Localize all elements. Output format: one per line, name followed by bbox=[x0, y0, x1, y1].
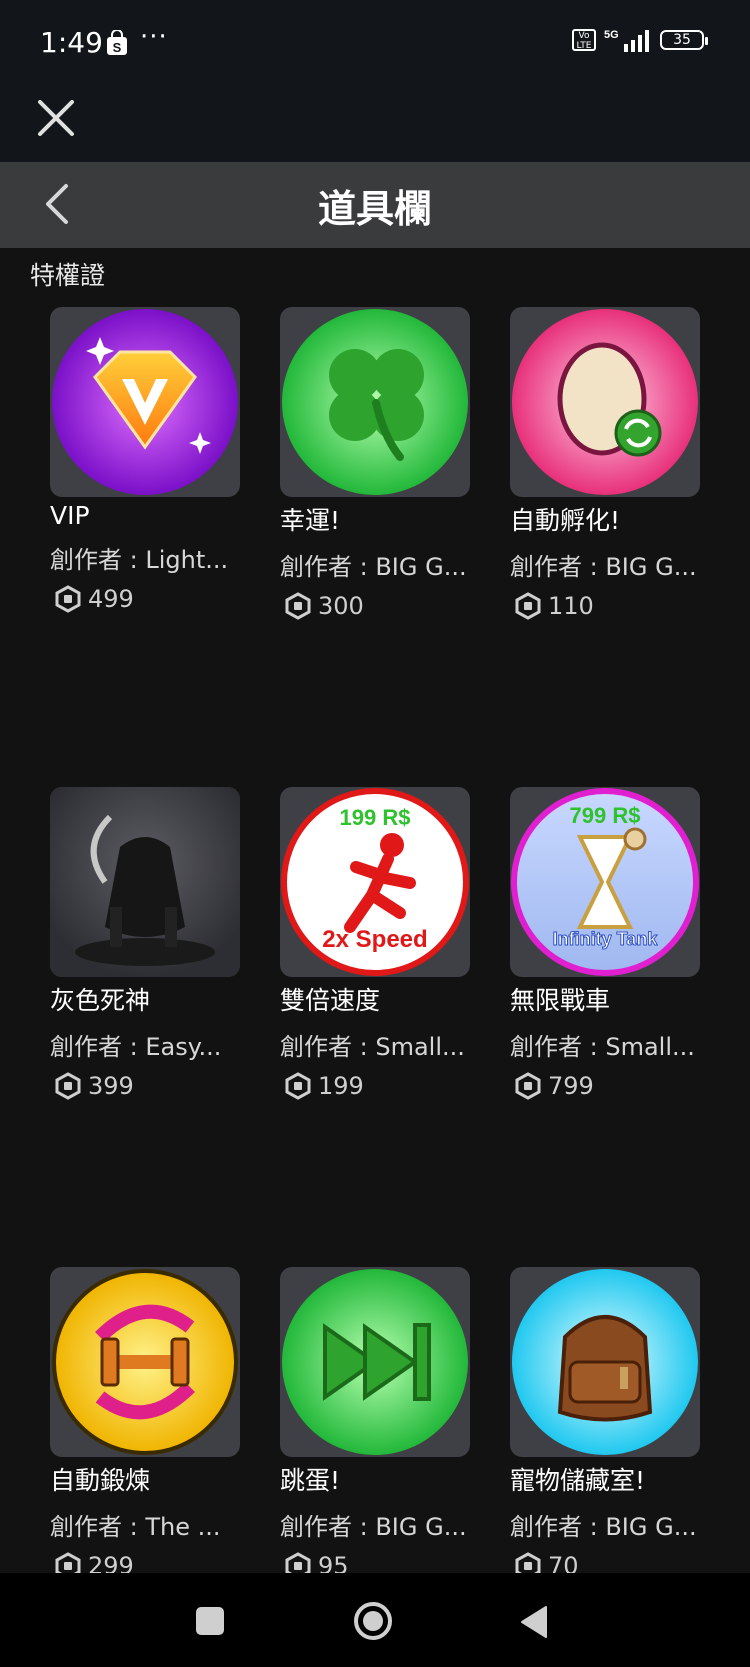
item-card[interactable]: 自動鍛煉 創作者 : The ... 299 bbox=[50, 1267, 250, 1580]
home-icon[interactable] bbox=[352, 1600, 394, 1642]
item-name: 寵物儲藏室! bbox=[510, 1466, 646, 1495]
item-name: 跳蛋! bbox=[280, 1466, 341, 1495]
item-card[interactable]: 199 R$ 2x Speed 雙倍速度 創作者 : Small... 199 bbox=[280, 787, 480, 1100]
item-creator: 創作者 : BIG G... bbox=[280, 1513, 467, 1541]
item-name: 自動孵化! bbox=[510, 506, 621, 535]
backpack-icon bbox=[512, 1269, 698, 1455]
volte-icon: Vo LTE bbox=[572, 29, 596, 51]
shopping-bag-icon: S bbox=[107, 30, 127, 55]
item-name: 幸運! bbox=[280, 506, 341, 535]
item-price: 399 bbox=[50, 1072, 250, 1100]
item-thumbnail[interactable]: 799 R$ Infinity Tank bbox=[510, 787, 700, 977]
section-title: 特權證 bbox=[30, 261, 106, 290]
item-thumbnail[interactable]: 199 R$ 2x Speed bbox=[280, 787, 470, 977]
item-card[interactable]: 幸運! 創作者 : BIG G... 300 bbox=[280, 307, 480, 620]
item-name: VIP bbox=[50, 501, 90, 530]
price-value: 110 bbox=[548, 592, 594, 620]
item-creator: 創作者 : BIG G... bbox=[280, 553, 467, 581]
item-thumbnail[interactable] bbox=[50, 1267, 240, 1457]
item-thumbnail[interactable] bbox=[280, 1267, 470, 1457]
item-creator: 創作者 : Light... bbox=[50, 546, 229, 574]
egg-recycle-icon bbox=[512, 309, 698, 495]
item-creator: 創作者 : Easy... bbox=[50, 1033, 222, 1061]
item-creator: 創作者 : The ... bbox=[50, 1513, 221, 1541]
badge-top: 799 R$ bbox=[570, 803, 641, 828]
item-price: 199 bbox=[280, 1072, 480, 1100]
item-thumbnail[interactable] bbox=[510, 307, 700, 497]
runner-2x-speed-icon: 199 R$ 2x Speed bbox=[281, 788, 469, 976]
item-price: 799 bbox=[510, 1072, 710, 1100]
item-price: 300 bbox=[280, 592, 480, 620]
item-thumbnail[interactable] bbox=[50, 307, 240, 497]
badge-bottom: Infinity Tank bbox=[553, 929, 659, 949]
status-time: 1:49 bbox=[40, 26, 103, 59]
item-thumbnail[interactable] bbox=[280, 307, 470, 497]
close-icon[interactable] bbox=[36, 98, 76, 138]
price-value: 399 bbox=[88, 1072, 134, 1100]
grey-reaper-icon bbox=[50, 787, 240, 977]
recent-apps-icon[interactable] bbox=[196, 1607, 224, 1635]
price-value: 499 bbox=[88, 585, 134, 613]
item-card[interactable]: 自動孵化! 創作者 : BIG G... 110 bbox=[510, 307, 710, 620]
item-thumbnail[interactable] bbox=[50, 787, 240, 977]
item-name: 自動鍛煉 bbox=[50, 1466, 151, 1495]
item-card[interactable]: 寵物儲藏室! 創作者 : BIG G... 70 bbox=[510, 1267, 710, 1580]
svg-text:5G: 5G bbox=[604, 29, 619, 41]
item-creator: 創作者 : Small... bbox=[280, 1033, 465, 1061]
item-price: 110 bbox=[510, 592, 710, 620]
robux-icon bbox=[55, 1072, 81, 1100]
dumbbell-cycle-icon bbox=[52, 1269, 238, 1455]
item-creator: 創作者 : BIG G... bbox=[510, 1513, 697, 1541]
item-card[interactable]: 灰色死神 創作者 : Easy... 399 bbox=[50, 787, 250, 1100]
signal-icon: 5G bbox=[604, 29, 649, 52]
item-name: 雙倍速度 bbox=[280, 986, 381, 1015]
item-card[interactable]: 799 R$ Infinity Tank 無限戰車 創作者 : Small...… bbox=[510, 787, 710, 1100]
price-value: 300 bbox=[318, 592, 364, 620]
item-thumbnail[interactable] bbox=[510, 1267, 700, 1457]
back-triangle-icon[interactable] bbox=[518, 1604, 550, 1640]
robux-icon bbox=[285, 1072, 311, 1100]
battery-level: 35 bbox=[673, 32, 691, 48]
item-price: 499 bbox=[50, 585, 250, 613]
svg-text:S: S bbox=[113, 40, 122, 55]
robux-icon bbox=[55, 585, 81, 613]
status-indicators: Vo LTE 5G 35 bbox=[572, 28, 708, 52]
badge-bottom: 2x Speed bbox=[322, 926, 427, 953]
skip-forward-icon bbox=[282, 1269, 468, 1455]
robux-icon bbox=[515, 1072, 541, 1100]
item-name: 灰色死神 bbox=[50, 986, 151, 1015]
item-card[interactable]: VIP 創作者 : Light... 499 bbox=[50, 307, 250, 613]
item-creator: 創作者 : Small... bbox=[510, 1033, 695, 1061]
price-value: 199 bbox=[318, 1072, 364, 1100]
robux-icon bbox=[285, 592, 311, 620]
item-card[interactable]: 跳蛋! 創作者 : BIG G... 95 bbox=[280, 1267, 480, 1580]
item-name: 無限戰車 bbox=[510, 986, 611, 1015]
robux-icon bbox=[515, 592, 541, 620]
hourglass-infinity-tank-icon: 799 R$ Infinity Tank bbox=[511, 788, 699, 976]
price-value: 799 bbox=[548, 1072, 594, 1100]
more-notifications-icon: ··· bbox=[140, 22, 168, 52]
badge-top: 199 R$ bbox=[340, 805, 411, 830]
four-leaf-clover-icon bbox=[282, 309, 468, 495]
battery-icon: 35 bbox=[660, 30, 708, 50]
vip-gem-icon bbox=[52, 309, 238, 495]
item-creator: 創作者 : BIG G... bbox=[510, 553, 697, 581]
page-title: 道具欄 bbox=[317, 187, 432, 231]
close-bar bbox=[0, 88, 750, 162]
